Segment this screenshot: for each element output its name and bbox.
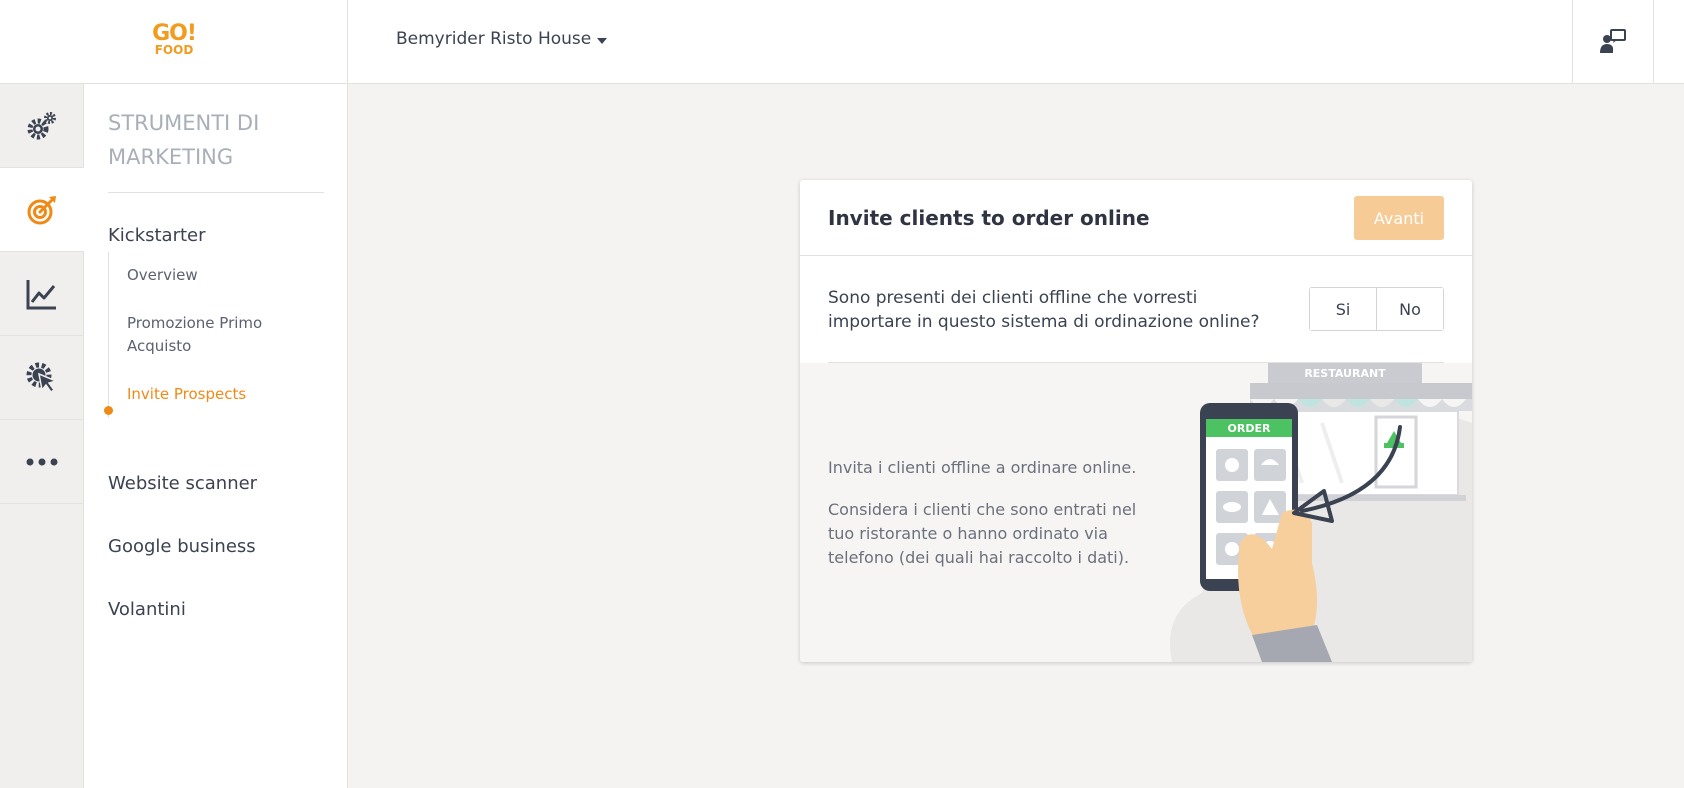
nav-volantini[interactable]: Volantini [108, 599, 186, 620]
rail-item-more[interactable] [0, 420, 84, 504]
chart-icon [26, 279, 56, 309]
sub-item-promozione[interactable]: Promozione Primo Acquisto [127, 312, 307, 358]
clients-description: Considera i clienti che sono entrati nel… [828, 500, 1137, 567]
logo-area: GO! FOOD [0, 0, 348, 84]
cursor-gear-icon [26, 362, 59, 393]
restaurant-order-illustration: RESTAURANT ORDER [1170, 363, 1472, 662]
kickstarter-sublist: Overview Promozione Primo Acquisto Invit… [108, 252, 324, 418]
icon-rail [0, 84, 84, 788]
restaurant-sign-text: RESTAURANT [1304, 367, 1386, 380]
caret-down-icon [597, 37, 608, 44]
rail-item-settings[interactable] [0, 84, 84, 168]
sub-item-overview[interactable]: Overview [127, 264, 198, 287]
support-button[interactable] [1572, 0, 1654, 84]
no-option[interactable]: No [1376, 288, 1443, 330]
import-question: Sono presenti dei clienti offline che vo… [828, 288, 1260, 332]
logo-go-text: GO! [152, 21, 197, 46]
rail-item-marketing[interactable] [0, 168, 84, 252]
active-indicator-dot [104, 406, 113, 415]
card-header: Invite clients to order online Avanti [800, 180, 1472, 256]
logo-food-text: FOOD [154, 43, 194, 57]
restaurant-name: Bemyrider Risto House [396, 29, 592, 49]
target-icon [27, 195, 56, 224]
next-button[interactable]: Avanti [1354, 196, 1444, 240]
rail-item-automation[interactable] [0, 336, 84, 420]
top-header: GO! FOOD Bemyrider Risto House [0, 0, 1684, 84]
gofood-logo[interactable]: GO! FOOD [150, 23, 198, 59]
phone-order-text: ORDER [1228, 422, 1271, 435]
nav-website-scanner[interactable]: Website scanner [108, 473, 257, 494]
card-title: Invite clients to order online [828, 206, 1150, 230]
support-chat-icon [1600, 29, 1626, 53]
sidebar: STRUMENTI DI MARKETING Kickstarter Overv… [84, 84, 348, 788]
restaurant-selector[interactable]: Bemyrider Risto House [396, 29, 608, 49]
sidebar-title: STRUMENTI DI MARKETING [108, 111, 260, 169]
sub-item-invite-prospects[interactable]: Invite Prospects [127, 383, 246, 406]
sidebar-divider [108, 192, 324, 193]
nav-kickstarter[interactable]: Kickstarter [108, 225, 206, 246]
more-icon [26, 458, 58, 465]
invite-card: Invite clients to order online Avanti So… [800, 180, 1472, 662]
yes-option[interactable]: Si [1310, 288, 1376, 330]
yes-no-toggle: Si No [1309, 287, 1444, 331]
gears-icon [27, 111, 56, 139]
invite-description: Invita i clienti offline a ordinare onli… [828, 458, 1137, 477]
rail-item-analytics[interactable] [0, 252, 84, 336]
nav-google-business[interactable]: Google business [108, 536, 256, 557]
